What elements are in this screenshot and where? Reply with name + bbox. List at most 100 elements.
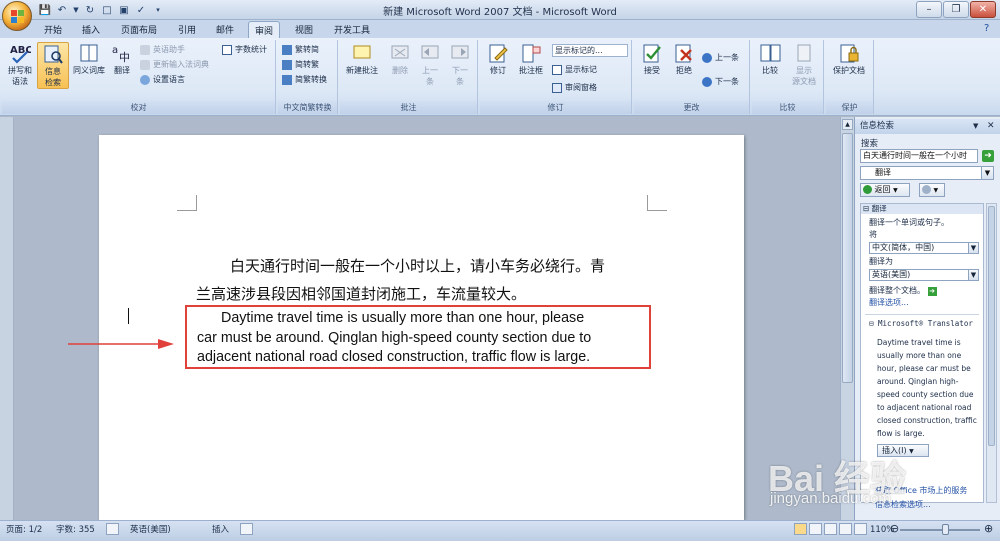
zoom-slider[interactable] xyxy=(900,529,980,531)
restore-button[interactable]: ❐ xyxy=(943,1,969,18)
conversion-button[interactable]: 简繁转换 xyxy=(282,74,327,86)
tab-page-layout[interactable]: 页面布局 xyxy=(115,21,163,38)
next-change-button[interactable]: 下一条 xyxy=(702,76,739,88)
tab-review[interactable]: 审阅 xyxy=(248,21,281,38)
display-for-review-select[interactable]: 显示标记的... xyxy=(552,44,628,57)
tracking-group: 修订 批注框 显示标记的... 显示标记 审阅窗格 修订 xyxy=(480,40,632,114)
tab-references[interactable]: 引用 xyxy=(172,21,202,38)
draft-view-icon[interactable] xyxy=(854,523,867,535)
set-language-button[interactable]: 设置语言 xyxy=(140,74,185,86)
translate-tip-button[interactable]: 英语助手 xyxy=(140,44,185,56)
research-pane-scrollbar[interactable] xyxy=(986,203,997,503)
search-go-icon[interactable]: ➜ xyxy=(982,150,994,162)
balloons-button[interactable]: 批注框 xyxy=(514,42,548,76)
english-line-1: Daytime travel time is usually more than… xyxy=(221,310,585,326)
office-button[interactable] xyxy=(2,1,32,31)
full-screen-reading-icon[interactable] xyxy=(809,523,822,535)
thesaurus-button[interactable]: 同义词库 xyxy=(72,42,106,76)
zoom-in-icon[interactable]: ⊕ xyxy=(984,522,993,536)
vertical-ruler xyxy=(0,117,14,520)
zoom-slider-thumb[interactable] xyxy=(942,524,949,535)
translate-document-link[interactable]: 翻译整个文档。 ➜ xyxy=(869,285,937,297)
divider xyxy=(865,314,979,315)
back-dropdown-icon: ▼ xyxy=(893,187,898,194)
next-comment-button[interactable]: 下一 条 xyxy=(444,42,476,87)
chevron-down-icon: ▼ xyxy=(981,167,993,179)
to-label: 翻译为 xyxy=(869,257,893,266)
back-button[interactable]: 返回 ▼ xyxy=(860,183,910,197)
print-layout-view-icon[interactable] xyxy=(794,523,807,535)
tab-developer[interactable]: 开发工具 xyxy=(328,21,376,38)
minimize-button[interactable]: – xyxy=(916,1,942,18)
svg-text:a: a xyxy=(112,45,118,56)
document-page[interactable]: 白天通行时间一般在一个小时以上，请小车务必绕行。青 兰高速涉县段因相邻国道封闭施… xyxy=(99,135,744,520)
word-count-icon xyxy=(222,45,232,55)
macro-recording-icon[interactable] xyxy=(240,523,253,535)
tab-home[interactable]: 开始 xyxy=(38,21,68,38)
previous-comment-button[interactable]: 上一 条 xyxy=(414,42,446,87)
service-select[interactable]: 翻译 ▼ xyxy=(860,166,994,180)
compare-button[interactable]: 比较 xyxy=(754,42,786,76)
pane-menu-icon[interactable]: ▼ xyxy=(973,119,978,134)
t2s-button[interactable]: 繁转简 xyxy=(282,44,319,56)
get-services-link[interactable]: 获取 Office 市场上的服务 xyxy=(875,485,967,496)
new-comment-icon xyxy=(353,45,371,59)
research-scroll-thumb[interactable] xyxy=(988,206,995,446)
update-ime-button[interactable]: 更新输入法词典 xyxy=(140,59,209,71)
reject-icon xyxy=(675,44,692,63)
delete-comment-button[interactable]: 删除 xyxy=(384,42,416,76)
help-icon[interactable]: ? xyxy=(978,21,995,38)
spelling-grammar-button[interactable]: ABC 拼写和 语法 xyxy=(4,42,36,87)
tab-insert[interactable]: 插入 xyxy=(76,21,106,38)
translation-options-link[interactable]: 翻译选项... xyxy=(869,297,909,309)
zoom-out-icon[interactable]: ⊖ xyxy=(890,522,899,536)
research-options-link[interactable]: 信息检索选项... xyxy=(875,499,931,510)
status-bar: 页面: 1/2 字数: 355 英语(美国) 插入 110% ⊖ ⊕ xyxy=(0,520,1000,541)
translate-doc-go-icon[interactable]: ➜ xyxy=(927,287,937,296)
reviewing-pane-button[interactable]: 审阅窗格 xyxy=(552,82,597,94)
forward-button[interactable]: ▼ xyxy=(919,183,945,197)
scroll-up-icon[interactable]: ▲ xyxy=(842,119,853,130)
search-input[interactable]: 白天通行时间一般在一个小时 xyxy=(860,149,978,163)
chinese-paragraph[interactable]: 白天通行时间一般在一个小时以上，请小车务必绕行。青 兰高速涉县段因相邻国道封闭施… xyxy=(196,252,656,308)
proofing-group: ABC 拼写和 语法 信息 检索 同义词库 a 中 翻译 英语助手 更新输入法词… xyxy=(2,40,276,114)
word-count[interactable]: 字数: 355 xyxy=(56,523,95,537)
tab-mailings[interactable]: 邮件 xyxy=(210,21,240,38)
pane-close-icon[interactable]: ✕ xyxy=(987,119,995,134)
protect-group: 保护文档 保护 xyxy=(826,40,874,114)
globe-icon xyxy=(140,75,150,85)
to-language-select[interactable]: 英语(美国) ▼ xyxy=(869,269,979,281)
show-markup-icon xyxy=(552,65,562,75)
vertical-scrollbar[interactable]: ▲ xyxy=(840,117,854,520)
insert-button[interactable]: 插入(I) ▼ xyxy=(877,444,929,457)
accept-button[interactable]: 接受 xyxy=(636,42,668,76)
new-comment-button[interactable]: 新建批注 xyxy=(343,42,381,76)
proofing-status-icon[interactable] xyxy=(106,523,119,535)
research-button[interactable]: 信息 检索 xyxy=(37,42,69,89)
tab-view[interactable]: 视图 xyxy=(289,21,319,38)
translation-highlight-box: Daytime travel time is usually more than… xyxy=(185,305,651,369)
word-count-button[interactable]: 字数统计 xyxy=(222,44,267,56)
show-markup-button[interactable]: 显示标记 xyxy=(552,64,597,76)
english-paragraph[interactable]: Daytime travel time is usually more than… xyxy=(197,309,647,368)
reject-button[interactable]: 拒绝 xyxy=(668,42,700,76)
previous-change-button[interactable]: 上一条 xyxy=(702,52,739,64)
next-change-icon xyxy=(702,77,712,87)
changes-group-label: 更改 xyxy=(634,101,749,114)
crop-mark-left xyxy=(177,195,197,211)
s2t-button[interactable]: 简转繁 xyxy=(282,59,319,71)
web-layout-icon[interactable] xyxy=(824,523,837,535)
show-source-button[interactable]: 显示 源文档 xyxy=(788,42,820,87)
close-button[interactable]: ✕ xyxy=(970,1,996,18)
from-language-select[interactable]: 中文(简体，中国) ▼ xyxy=(869,242,979,254)
outline-view-icon[interactable] xyxy=(839,523,852,535)
protect-document-button[interactable]: 保护文档 xyxy=(828,42,870,76)
scroll-thumb[interactable] xyxy=(842,133,853,383)
translate-button[interactable]: a 中 翻译 xyxy=(108,42,136,76)
track-changes-button[interactable]: 修订 xyxy=(482,42,514,76)
insert-mode-status[interactable]: 插入 xyxy=(212,523,229,537)
translation-section-header[interactable]: ⊟ 翻译 xyxy=(861,204,983,214)
page-count[interactable]: 页面: 1/2 xyxy=(6,523,42,537)
comments-group: 新建批注 删除 上一 条 下一 条 批注 xyxy=(340,40,478,114)
language-status[interactable]: 英语(美国) xyxy=(130,523,171,537)
